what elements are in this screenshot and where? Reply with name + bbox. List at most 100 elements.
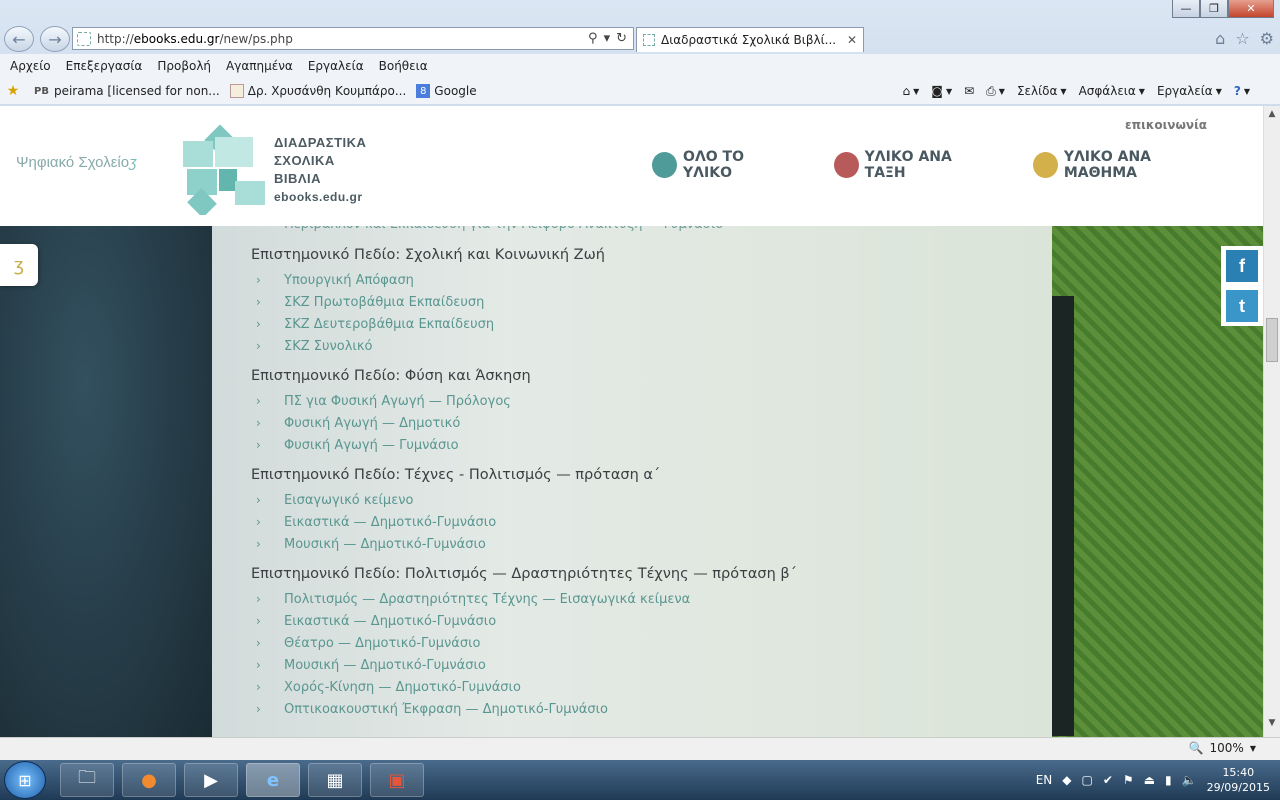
zoom-control[interactable]: 🔍 100% ▼ (1189, 741, 1256, 755)
ebooks-logo-icon[interactable] (183, 123, 265, 215)
psifiako-sxoleio-logo[interactable]: Ψηφιακό Σχολείοʒ (16, 154, 137, 171)
safety-menu[interactable]: Ασφάλεια ▼ (1079, 84, 1145, 98)
logo-domain: ebooks.edu.gr (274, 190, 363, 204)
nav-all-material[interactable]: ΟΛΟ ΤΟ ΥΛΙΚΟ (652, 149, 794, 181)
tray-monitor-icon[interactable]: ▢ (1082, 773, 1093, 787)
item-link[interactable]: Εικαστικά — Δημοτικό-Γυμνάσιο (284, 614, 496, 629)
nav-by-class[interactable]: ΥΛΙΚΟ ΑΝΑ ΤΑΞΗ (833, 149, 993, 181)
network-signal-icon[interactable]: ▮ (1165, 773, 1172, 787)
list-item[interactable]: › Υπουργική Απόφαση (251, 269, 605, 291)
favorite-item-1[interactable]: PB peirama [licensed for non... (34, 84, 220, 98)
taskbar-presentation[interactable]: ▣ (370, 763, 424, 797)
scroll-down-icon[interactable]: ▼ (1264, 715, 1280, 731)
favorite-item-2[interactable]: Δρ. Χρυσάνθη Κουμπάρο... (229, 84, 406, 98)
item-link[interactable]: ΠΣ για Φυσική Αγωγή — Πρόλογος (284, 394, 511, 409)
item-link[interactable]: Μουσική — Δημοτικό-Γυμνάσιο (284, 537, 486, 552)
home-icon[interactable]: ⌂ (1215, 29, 1225, 48)
list-item[interactable]: › Μουσική — Δημοτικό-Γυμνάσιο (251, 654, 797, 676)
list-item[interactable]: › ΣΚΖ Πρωτοβάθμια Εκπαίδευση (251, 291, 605, 313)
chevron-right-icon: › (256, 614, 261, 628)
list-item[interactable]: › Φυσική Αγωγή — Δημοτικό (251, 412, 531, 434)
home-command[interactable]: ⌂ ▼ (903, 84, 920, 98)
address-bar[interactable]: http://ebooks.edu.gr/new/ps.php ⚲ ▾ ↻ (72, 27, 634, 50)
help-menu[interactable]: ? ▼ (1234, 84, 1250, 98)
nav-by-subject[interactable]: ΥΛΙΚΟ ΑΝΑ ΜΑΘΗΜΑ (1032, 149, 1223, 181)
facebook-icon[interactable]: f (1226, 250, 1258, 282)
forward-button[interactable]: → (40, 26, 70, 52)
menu-favorites[interactable]: Αγαπημένα (226, 59, 293, 73)
usb-icon[interactable]: ⏏ (1144, 773, 1155, 787)
item-link[interactable]: Εικαστικά — Δημοτικό-Γυμνάσιο (284, 515, 496, 530)
tray-check-icon[interactable]: ✔ (1103, 773, 1113, 787)
twitter-icon[interactable]: t (1226, 290, 1258, 322)
list-item[interactable]: › Φυσική Αγωγή — Γυμνάσιο (251, 434, 531, 456)
item-link[interactable]: Θέατρο — Δημοτικό-Γυμνάσιο (284, 636, 480, 651)
tools-menu[interactable]: Εργαλεία ▼ (1157, 84, 1222, 98)
list-item[interactable]: › Εικαστικά — Δημοτικό-Γυμνάσιο (251, 610, 797, 632)
flag-icon[interactable]: ⚑ (1123, 773, 1134, 787)
favorites-star-icon[interactable]: ☆ (1235, 29, 1249, 48)
list-item[interactable]: › Πολιτισμός — Δραστηριότητες Τέχνης — Ει… (251, 588, 797, 610)
search-icon[interactable]: ⚲ (588, 31, 598, 46)
vertical-scrollbar[interactable]: ▲ ▼ (1263, 106, 1280, 737)
tray-app-icon[interactable]: ◆ (1062, 773, 1071, 787)
tab-current[interactable]: Διαδραστικά Σχολικά Βιβλί... ✕ (636, 27, 864, 52)
tab-close-icon[interactable]: ✕ (847, 33, 857, 47)
start-button[interactable]: ⊞ (4, 761, 46, 799)
add-favorite-button[interactable]: ★ (6, 83, 24, 99)
menu-file[interactable]: Αρχείο (10, 59, 51, 73)
scroll-up-icon[interactable]: ▲ (1264, 106, 1280, 122)
menu-edit[interactable]: Επεξεργασία (66, 59, 143, 73)
list-item[interactable]: › Χορός-Κίνηση — Δημοτικό-Γυμνάσιο (251, 676, 797, 698)
logo-text[interactable]: ΔΙΑΔΡΑΣΤΙΚΑ ΣΧΟΛΙΚΑ ΒΙΒΛΙΑ ebooks.edu.gr (274, 134, 366, 206)
dropdown-icon[interactable]: ▾ (604, 31, 611, 46)
speaker-icon[interactable]: 🔈 (1182, 773, 1197, 787)
clock[interactable]: 15:40 29/09/2015 (1207, 765, 1270, 795)
list-item[interactable]: › Εισαγωγικό κείμενο (251, 489, 660, 511)
item-link[interactable]: Χορός-Κίνηση — Δημοτικό-Γυμνάσιο (284, 680, 521, 695)
menu-tools[interactable]: Εργαλεία (308, 59, 364, 73)
refresh-icon[interactable]: ↻ (616, 31, 627, 46)
feeds-command[interactable]: ◙ ▼ (931, 84, 952, 98)
mail-command[interactable]: ✉ (964, 84, 974, 98)
list-item[interactable]: › ΠΣ για Φυσική Αγωγή — Πρόλογος (251, 390, 531, 412)
favorite-item-3[interactable]: 8 Google (416, 84, 477, 98)
item-link[interactable]: Εισαγωγικό κείμενο (284, 493, 413, 508)
item-link[interactable]: Φυσική Αγωγή — Γυμνάσιο (284, 438, 459, 453)
page-menu[interactable]: Σελίδα ▼ (1017, 84, 1067, 98)
taskbar-media-player[interactable]: ▶ (184, 763, 238, 797)
taskbar-firefox[interactable]: ● (122, 763, 176, 797)
taskbar-calculator[interactable]: ▦ (308, 763, 362, 797)
side-logo-tab[interactable]: ʒ (0, 244, 38, 286)
menu-view[interactable]: Προβολή (157, 59, 211, 73)
back-button[interactable]: ← (4, 26, 34, 52)
close-button[interactable]: ✕ (1228, 0, 1274, 18)
item-link[interactable]: Υπουργική Απόφαση (284, 273, 414, 288)
menu-help[interactable]: Βοήθεια (379, 59, 428, 73)
item-link[interactable]: Μουσική — Δημοτικό-Γυμνάσιο (284, 658, 486, 673)
language-indicator[interactable]: EN (1036, 773, 1053, 787)
status-bar: 🔍 100% ▼ (0, 737, 1280, 760)
maximize-button[interactable]: ❐ (1200, 0, 1228, 18)
taskbar-explorer[interactable]: 🗀 (60, 763, 114, 797)
print-command[interactable]: ⎙ ▼ (986, 84, 1005, 99)
printer-icon: ⎙ (986, 83, 996, 98)
minimize-button[interactable]: — (1172, 0, 1200, 18)
list-item[interactable]: › Μουσική — Δημοτικό-Γυμνάσιο (251, 533, 660, 555)
item-link[interactable]: Οπτικοακουστική Έκφραση — Δημοτικό-Γυμνά… (284, 702, 608, 717)
settings-gear-icon[interactable]: ⚙ (1260, 29, 1274, 48)
list-item[interactable]: › ΣΚΖ Συνολικό (251, 335, 605, 357)
item-link[interactable]: Φυσική Αγωγή — Δημοτικό (284, 416, 460, 431)
google-icon: 8 (416, 84, 431, 98)
list-item[interactable]: › Οπτικοακουστική Έκφραση — Δημοτικό-Γυμν… (251, 698, 797, 720)
contact-link[interactable]: επικοινωνία (1125, 118, 1207, 132)
scroll-thumb[interactable] (1266, 318, 1278, 362)
list-item[interactable]: › Εικαστικά — Δημοτικό-Γυμνάσιο (251, 511, 660, 533)
item-link[interactable]: ΣΚΖ Πρωτοβάθμια Εκπαίδευση (284, 295, 484, 310)
item-link[interactable]: ΣΚΖ Δευτεροβάθμια Εκπαίδευση (284, 317, 494, 332)
list-item[interactable]: › ΣΚΖ Δευτεροβάθμια Εκπαίδευση (251, 313, 605, 335)
taskbar-internet-explorer[interactable]: e (246, 763, 300, 797)
list-item[interactable]: › Θέατρο — Δημοτικό-Γυμνάσιο (251, 632, 797, 654)
item-link[interactable]: Πολιτισμός — Δραστηριότητες Τέχνης — Εισ… (284, 592, 690, 607)
item-link[interactable]: ΣΚΖ Συνολικό (284, 339, 372, 354)
